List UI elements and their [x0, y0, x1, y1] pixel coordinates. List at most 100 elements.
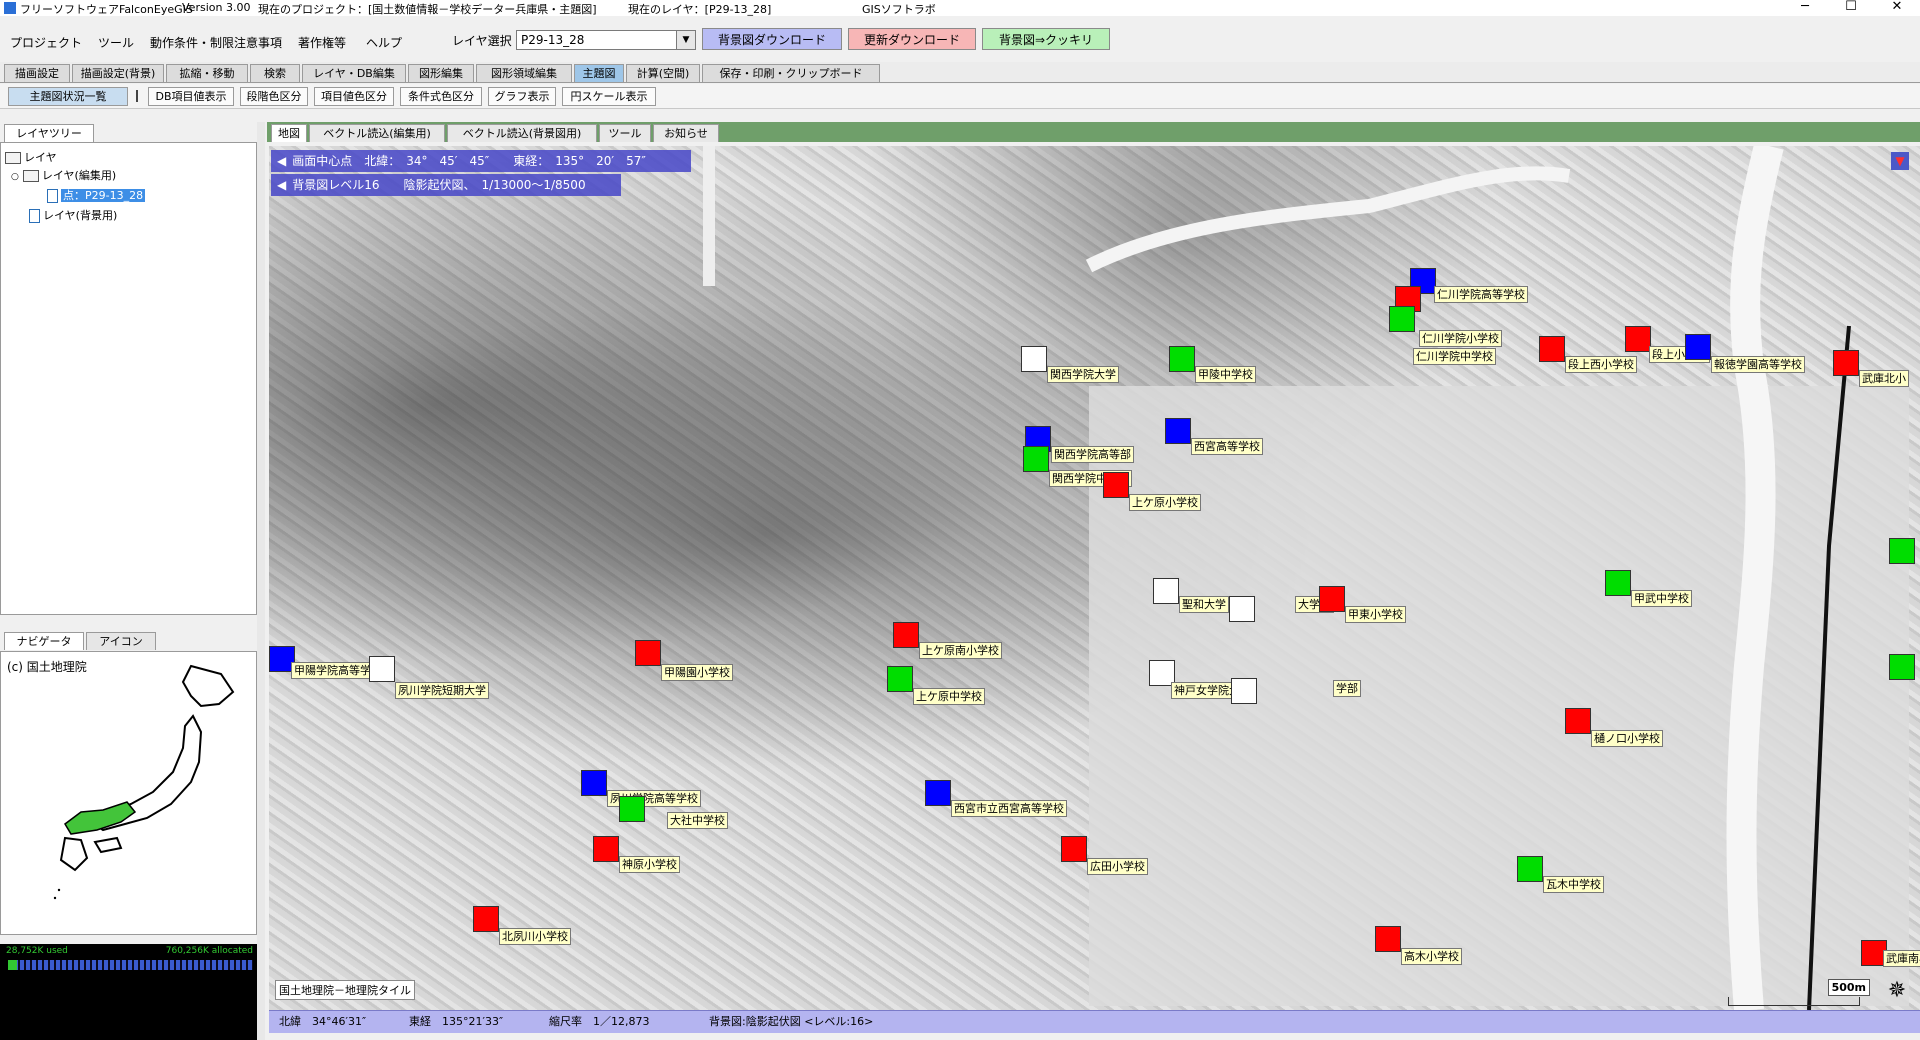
school-marker[interactable] — [1169, 346, 1195, 372]
school-label: 段上西小学校 — [1565, 356, 1637, 373]
maximize-button[interactable]: ☐ — [1828, 0, 1874, 16]
school-marker[interactable] — [1889, 538, 1915, 564]
tab-draw-settings[interactable]: 描画設定 — [4, 64, 70, 82]
tab-zoom-move[interactable]: 拡縮・移動 — [166, 64, 248, 82]
map-canvas[interactable]: ◀ 画面中心点 北緯： 34° 45′ 45″ 東経： 135° 20′ 57″ … — [269, 146, 1920, 1010]
navigator-panel: (c) 国土地理院 — [0, 651, 257, 935]
japan-overview-map[interactable] — [51, 662, 241, 902]
layer-select-label: レイヤ選択 — [452, 34, 512, 48]
school-marker[interactable] — [893, 622, 919, 648]
school-marker[interactable] — [1605, 570, 1631, 596]
tab-map[interactable]: 地図 — [271, 124, 307, 142]
school-marker[interactable] — [581, 770, 607, 796]
school-marker[interactable] — [1023, 446, 1049, 472]
tree-label-edit: レイヤ(編集用) — [41, 169, 117, 182]
tab-layer-tree[interactable]: レイヤツリー — [4, 124, 94, 142]
school-marker[interactable] — [1165, 418, 1191, 444]
school-marker[interactable] — [1625, 326, 1651, 352]
school-marker[interactable] — [473, 906, 499, 932]
school-marker[interactable] — [1565, 708, 1591, 734]
tree-node-point-layer[interactable]: 点：P29-13_28 — [47, 187, 146, 203]
tree-node-root[interactable]: レイヤ — [5, 149, 57, 165]
school-marker[interactable] — [1539, 336, 1565, 362]
school-label: 夙川学院短期大学 — [395, 682, 489, 699]
conditional-color-button[interactable]: 条件式色区分 — [400, 87, 482, 106]
school-label: 報徳学園高等学校 — [1711, 356, 1805, 373]
graph-display-button[interactable]: グラフ表示 — [488, 87, 556, 106]
tree-label-background: レイヤ(背景用) — [43, 209, 118, 222]
tab-save-print-clipboard[interactable]: 保存・印刷・クリップボード — [702, 64, 880, 82]
school-marker[interactable] — [1685, 334, 1711, 360]
school-marker[interactable] — [925, 780, 951, 806]
school-marker[interactable] — [1103, 472, 1129, 498]
school-marker[interactable] — [635, 640, 661, 666]
school-marker[interactable] — [1231, 678, 1257, 704]
tab-thematic-map[interactable]: 主題図 — [574, 64, 624, 82]
tab-shape-area-edit[interactable]: 図形領域編集 — [476, 64, 572, 82]
tab-map-tools[interactable]: ツール — [599, 124, 651, 142]
school-label: 西宮高等学校 — [1191, 438, 1263, 455]
expand-icon[interactable]: ○ — [11, 172, 19, 182]
school-marker[interactable] — [1153, 578, 1179, 604]
panel-splitter[interactable] — [257, 122, 265, 1040]
memory-used: 28,752K used — [6, 946, 68, 956]
school-marker[interactable] — [369, 656, 395, 682]
collapse-arrow-icon[interactable]: ◀ — [277, 174, 286, 196]
folder-icon — [5, 152, 21, 164]
north-arrow-icon[interactable]: ▼ — [1891, 152, 1909, 170]
school-marker[interactable] — [1375, 926, 1401, 952]
school-marker[interactable] — [1229, 596, 1255, 622]
bg-download-button[interactable]: 背景図ダウンロード — [702, 28, 842, 50]
layer-select-dropdown[interactable]: P29-13_28 ▼ — [516, 30, 696, 50]
school-marker[interactable] — [1389, 306, 1415, 332]
tree-node-background[interactable]: レイヤ(背景用) — [29, 207, 117, 223]
river-upper — [1085, 166, 1571, 273]
memory-allocated: 760,256K allocated — [165, 946, 253, 956]
menu-copyright[interactable]: 著作権等 — [298, 32, 346, 53]
school-marker[interactable] — [1517, 856, 1543, 882]
menu-help[interactable]: ヘルプ — [366, 32, 402, 53]
db-value-display-button[interactable]: DB項目値表示 — [148, 87, 234, 106]
school-marker[interactable] — [1061, 836, 1087, 862]
highlight-region-shape — [64, 801, 137, 835]
school-marker[interactable] — [1889, 654, 1915, 680]
tab-vector-load-bg[interactable]: ベクトル読込(背景図用) — [447, 124, 597, 142]
toolbar-separator — [136, 90, 138, 102]
school-marker[interactable] — [619, 796, 645, 822]
tab-calc-spatial[interactable]: 計算(空間) — [626, 64, 700, 82]
river-mukogawa — [1726, 146, 1784, 1010]
thematic-status-list-button[interactable]: 主題図状況一覧 — [8, 87, 128, 106]
school-marker[interactable] — [1319, 586, 1345, 612]
school-label: 甲武中学校 — [1631, 590, 1692, 607]
circle-scale-button[interactable]: 円スケール表示 — [562, 87, 656, 106]
chevron-down-icon[interactable]: ▼ — [676, 31, 695, 49]
item-value-color-button[interactable]: 項目値色区分 — [314, 87, 394, 106]
bg-sharp-button[interactable]: 背景図⇒クッキリ — [982, 28, 1110, 50]
app-version: Version 3.00 — [182, 1, 251, 14]
current-layer-info: 現在のレイヤ：[P29-13_28] — [628, 3, 772, 16]
tab-icon[interactable]: アイコン — [86, 632, 156, 650]
tree-label-root: レイヤ — [24, 151, 57, 164]
school-label: 学部 — [1333, 680, 1361, 697]
graded-color-button[interactable]: 段階色区分 — [240, 87, 308, 106]
menu-operating-conditions[interactable]: 動作条件・制限注意事項 — [150, 32, 282, 53]
tab-search[interactable]: 検索 — [250, 64, 300, 82]
collapse-arrow-icon[interactable]: ◀ — [277, 150, 286, 172]
update-download-button[interactable]: 更新ダウンロード — [848, 28, 976, 50]
tab-shape-edit[interactable]: 図形編集 — [408, 64, 474, 82]
minimize-button[interactable]: ─ — [1782, 0, 1828, 16]
school-marker[interactable] — [593, 836, 619, 862]
school-label: 神原小学校 — [619, 856, 680, 873]
tab-layer-db-edit[interactable]: レイヤ・DB編集 — [302, 64, 406, 82]
menu-project[interactable]: プロジェクト — [10, 32, 82, 53]
school-marker[interactable] — [1833, 350, 1859, 376]
school-marker[interactable] — [1021, 346, 1047, 372]
tab-vector-load-edit[interactable]: ベクトル読込(編集用) — [309, 124, 445, 142]
tab-draw-settings-bg[interactable]: 描画設定(背景) — [72, 64, 164, 82]
close-button[interactable]: ✕ — [1874, 0, 1920, 16]
tab-news[interactable]: お知らせ — [653, 124, 719, 142]
menu-tools[interactable]: ツール — [98, 32, 134, 53]
tab-navigator[interactable]: ナビゲータ — [4, 632, 84, 650]
tree-node-edit[interactable]: ○ レイヤ(編集用) — [11, 167, 116, 183]
school-marker[interactable] — [887, 666, 913, 692]
